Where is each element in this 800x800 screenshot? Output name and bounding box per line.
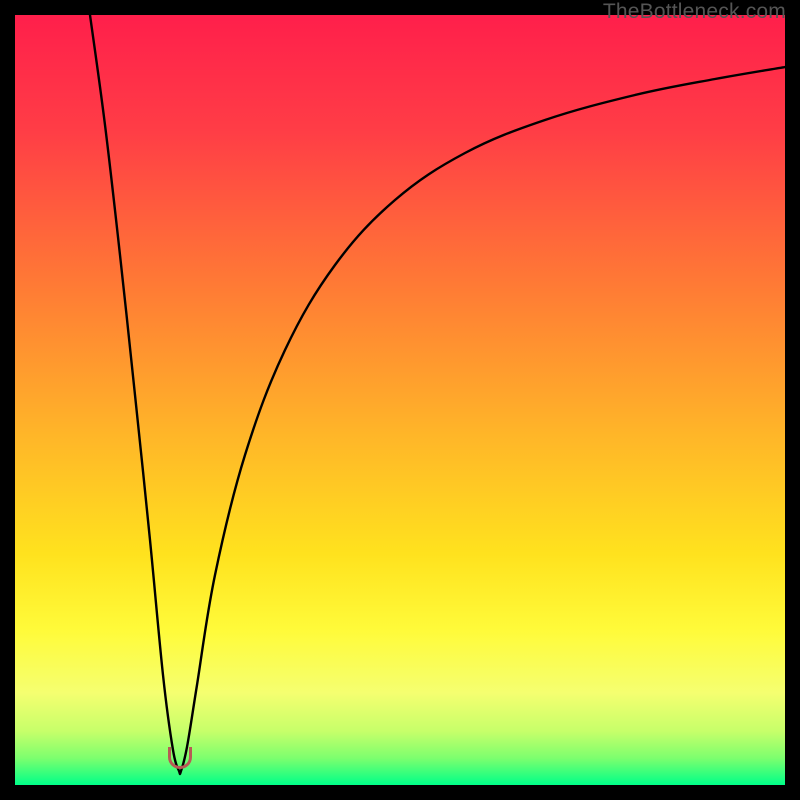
chart-frame: TheBottleneck.com	[0, 0, 800, 800]
bottleneck-curve	[15, 15, 785, 785]
plot-area	[15, 15, 785, 785]
watermark-text: TheBottleneck.com	[603, 0, 786, 24]
